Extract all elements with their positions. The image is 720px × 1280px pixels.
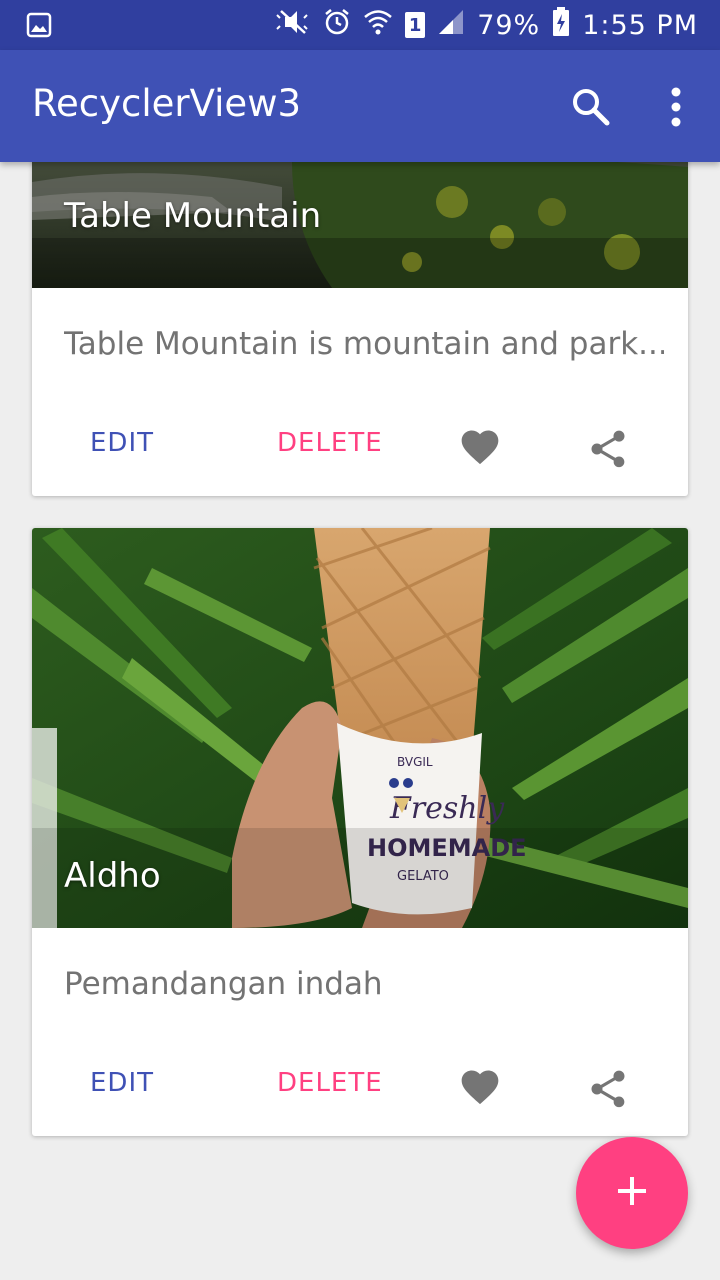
status-bar: 1 79% 1:55 PM xyxy=(0,0,720,50)
favorite-icon[interactable] xyxy=(458,425,502,469)
add-button[interactable] xyxy=(576,1137,688,1249)
add-icon xyxy=(615,1174,649,1212)
delete-button[interactable]: DELETE xyxy=(277,428,383,458)
alarm-icon xyxy=(323,8,351,43)
app-title: RecyclerView3 xyxy=(32,82,301,125)
card-title: Table Mountain xyxy=(64,196,322,236)
sim-indicator: 1 xyxy=(405,12,426,38)
mute-icon xyxy=(275,7,311,44)
app-bar: RecyclerView3 xyxy=(0,50,720,162)
more-vert-icon[interactable] xyxy=(664,86,688,128)
favorite-icon[interactable] xyxy=(458,1065,502,1109)
battery-charging-icon xyxy=(552,6,570,44)
share-icon[interactable] xyxy=(586,1067,630,1111)
card-description: Pemandangan indah xyxy=(64,966,383,1002)
delete-button[interactable]: DELETE xyxy=(277,1068,383,1098)
share-icon[interactable] xyxy=(586,427,630,471)
search-icon[interactable] xyxy=(570,86,612,128)
status-indicators: 1 79% 1:55 PM xyxy=(275,0,698,50)
battery-percent: 79% xyxy=(477,9,541,41)
wifi-icon xyxy=(363,8,393,43)
card-image: Table Mountain xyxy=(32,162,688,288)
svg-text:BVGIL: BVGIL xyxy=(397,755,433,769)
card-title: Aldho xyxy=(64,856,161,896)
edit-button[interactable]: EDIT xyxy=(90,1068,154,1098)
recycler-list[interactable]: Table Mountain Table Mountain is mountai… xyxy=(0,162,720,1280)
svg-text:Freshly: Freshly xyxy=(389,791,505,826)
clock: 1:55 PM xyxy=(582,9,698,41)
card-image: Freshly HOMEMADE GELATO BVGIL Aldho xyxy=(32,528,688,928)
signal-icon xyxy=(437,8,465,43)
card-item[interactable]: Table Mountain Table Mountain is mountai… xyxy=(32,162,688,496)
gallery-icon xyxy=(26,12,52,42)
card-item[interactable]: Freshly HOMEMADE GELATO BVGIL Aldho Pema… xyxy=(32,528,688,1136)
edit-button[interactable]: EDIT xyxy=(90,428,154,458)
card-description: Table Mountain is mountain and park... xyxy=(64,326,664,362)
